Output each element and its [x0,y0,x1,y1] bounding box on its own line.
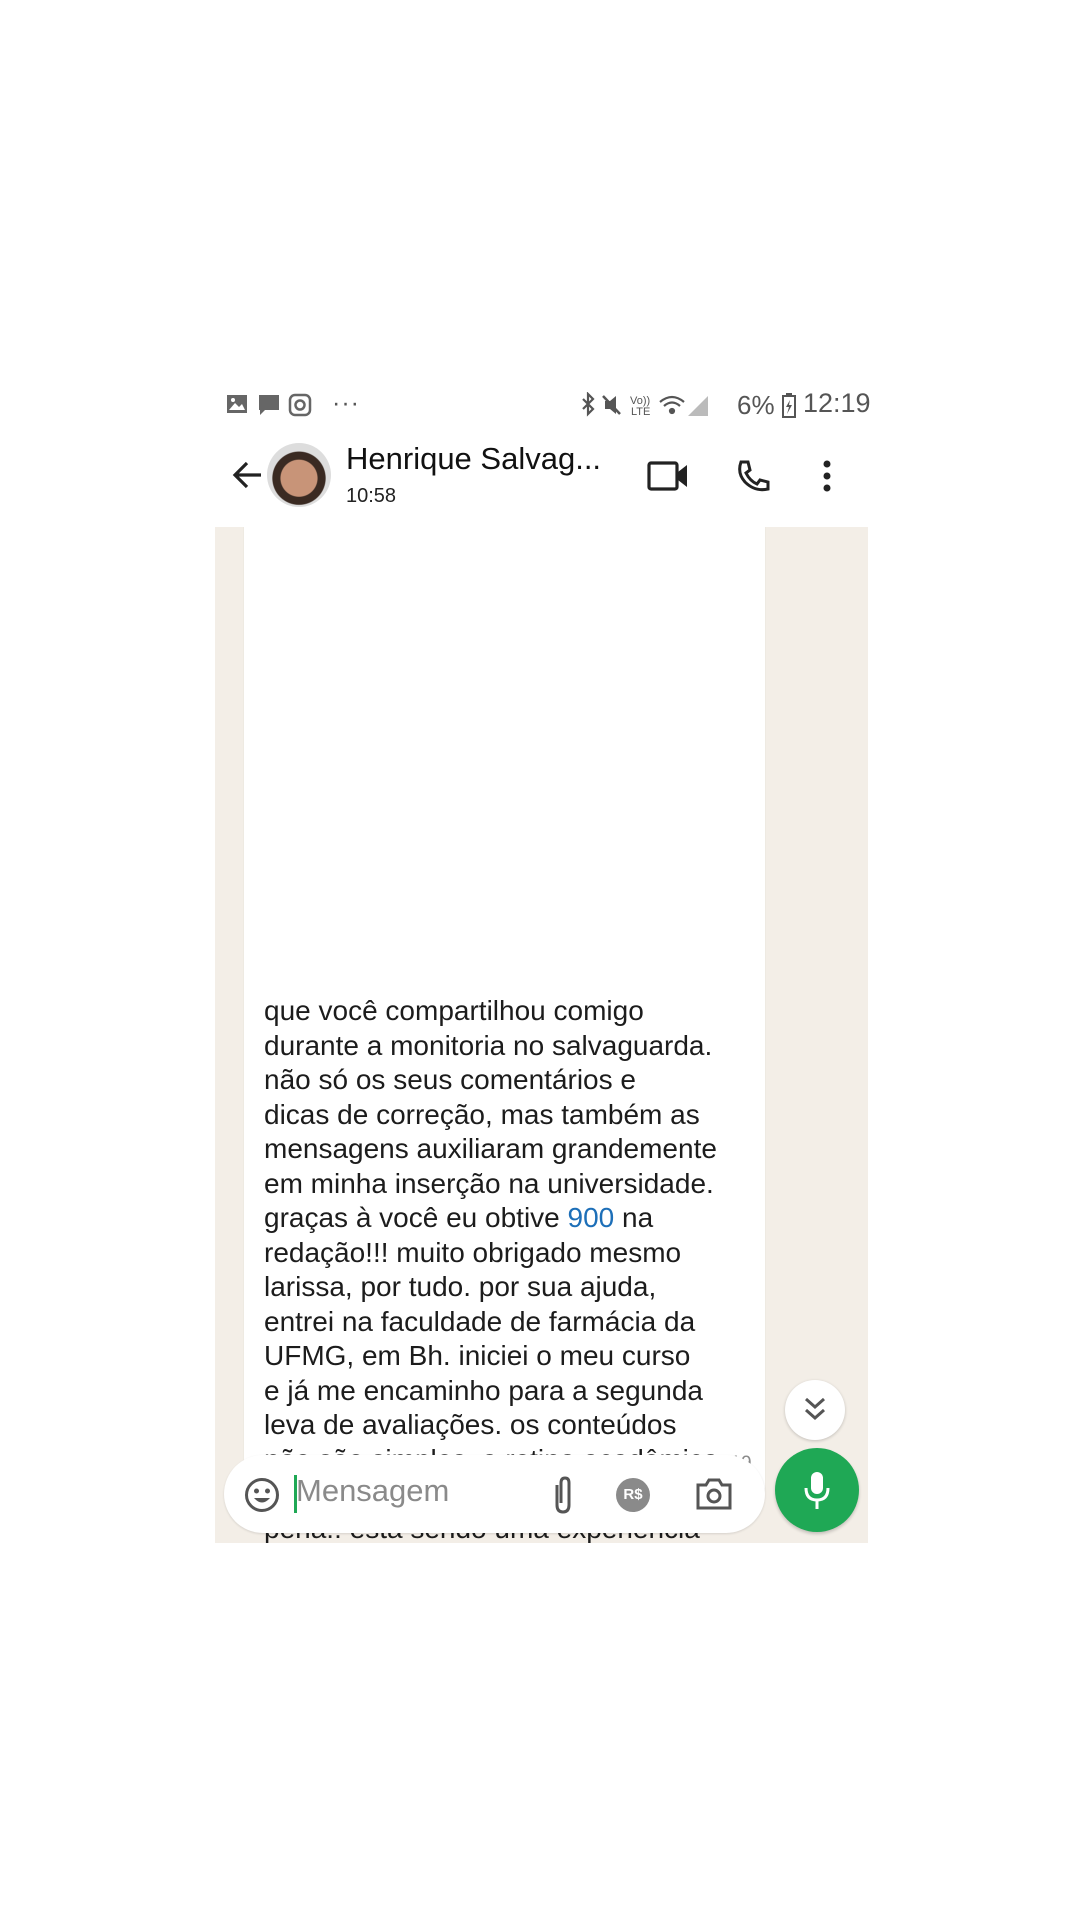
text-segment: dicas de correção, mas também as [264,1098,700,1130]
message-text-line: em minha inserção na universidade. [264,1167,714,1202]
chat-header: Henrique Salvag... 10:58 [215,425,868,527]
text-segment: mensagens auxiliaram grandemente [264,1133,717,1164]
signal-icon [688,396,708,416]
instagram-icon [288,393,312,417]
bluetooth-icon [582,392,595,417]
text-segment: não só os seus comentários e [264,1064,636,1095]
text-segment: redação!!! muito obrigado mesmo [264,1236,682,1268]
more-notifications: ··· [332,389,360,417]
battery-percent: 6% [737,390,775,420]
more-options-icon[interactable] [821,459,833,495]
text-segment: leva de avaliações. os conteúdos [264,1409,677,1440]
message-bubble[interactable]: 13:19 que você compartilhou comigodurant… [244,527,765,1543]
text-segment: em minha inserção na universidade. [264,1167,714,1199]
message-text-line: UFMG, em Bh. iniciei o meu curso [264,1339,690,1374]
message-text-line: e já me encaminho para a segunda [264,1374,703,1409]
battery-icon [782,393,796,418]
wifi-icon [659,395,685,415]
camera-icon[interactable] [695,1477,733,1511]
system-icons: Vo)) LTE [582,392,708,418]
message-text-line: durante a monitoria no salvaguarda. [264,1029,712,1064]
last-seen: 10:58 [346,485,397,507]
status-bar: ··· Vo)) LTE 6% 12:19 [215,385,871,425]
voice-message-button[interactable] [775,1448,859,1532]
mute-icon [602,395,621,415]
text-segment: larissa, por tudo. por sua ajuda, [264,1271,657,1302]
attach-paperclip-icon[interactable] [552,1475,574,1515]
message-text-line: dicas de correção, mas também as [264,1098,700,1133]
image-icon [227,395,247,413]
text-segment: entrei na faculdade de farmácia da [264,1305,696,1337]
message-text-line: graças à você eu obtive 900 na [264,1201,653,1236]
double-chevron-down-icon [805,1397,825,1421]
message-text-line: leva de avaliações. os conteúdos [264,1408,677,1443]
text-segment: e já me encaminho para a segunda [264,1374,703,1406]
scroll-to-bottom-button[interactable] [785,1380,845,1440]
back-arrow-icon[interactable] [231,459,265,491]
highlighted-number-link[interactable]: 900 [568,1202,615,1233]
text-segment: graças à você eu obtive [264,1202,568,1233]
microphone-icon [804,1472,830,1509]
message-text-line: entrei na faculdade de farmácia da [264,1305,695,1340]
payment-button[interactable]: R$ [616,1478,650,1512]
text-segment: UFMG, em Bh. iniciei o meu curso [264,1340,691,1371]
message-icon [259,395,279,415]
clock: 12:19 [803,388,871,418]
phone-call-icon[interactable] [735,459,771,495]
emoji-icon[interactable] [244,1477,280,1513]
message-composer: Mensagem R$ [224,1455,765,1533]
message-text-line: larissa, por tudo. por sua ajuda, [264,1270,656,1305]
text-segment: durante a monitoria no salvaguarda. [264,1029,713,1061]
text-segment: na [614,1202,654,1233]
video-call-icon[interactable] [647,460,689,492]
message-input[interactable]: Mensagem [296,1473,466,1515]
chat-area: 13:19 que você compartilhou comigodurant… [215,527,868,1543]
notification-icons [227,393,312,417]
message-text-line: que você compartilhou comigo [264,994,644,1029]
message-text-line: redação!!! muito obrigado mesmo [264,1236,681,1271]
message-text-line: mensagens auxiliaram grandemente [264,1132,717,1167]
message-text-line: não só os seus comentários e [264,1063,636,1098]
text-segment: que você compartilhou comigo [264,995,644,1026]
contact-name[interactable]: Henrique Salvag... [346,441,601,477]
svg-text:LTE: LTE [631,406,650,418]
avatar[interactable] [267,443,331,507]
